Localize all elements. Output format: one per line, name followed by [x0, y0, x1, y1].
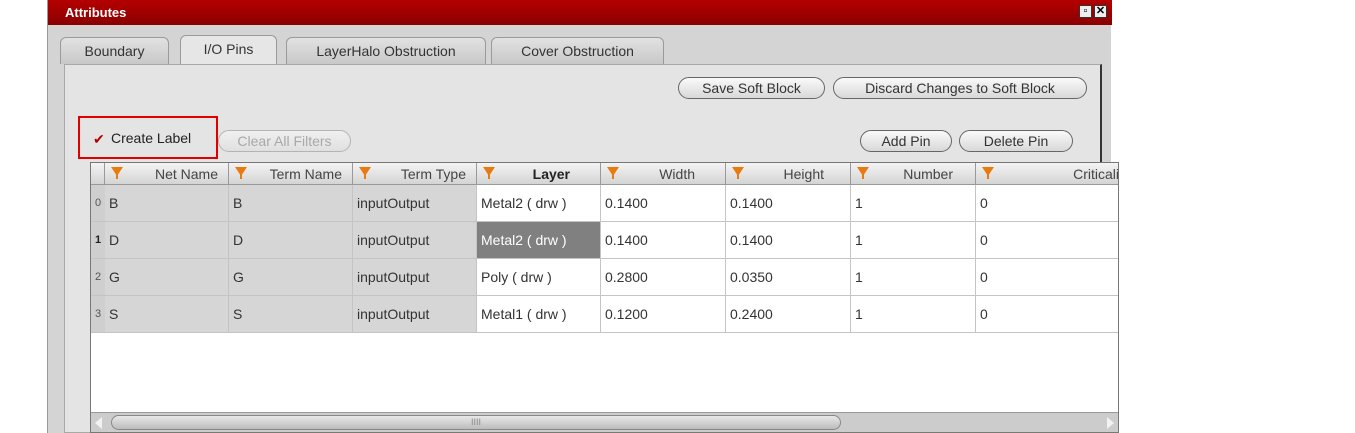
number-cell[interactable]: 1 — [851, 259, 976, 296]
layer-cell[interactable]: Metal1 ( drw ) — [477, 296, 601, 333]
create-label-highlight: ✔ Create Label — [78, 116, 218, 159]
height-cell[interactable]: 0.1400 — [726, 185, 851, 222]
column-header-height[interactable]: Height — [726, 163, 851, 185]
term-name-cell[interactable]: G — [229, 259, 353, 296]
net-name-cell[interactable]: D — [105, 222, 229, 259]
filter-icon[interactable] — [982, 167, 994, 179]
number-cell[interactable]: 1 — [851, 185, 976, 222]
width-cell[interactable]: 0.1400 — [601, 222, 726, 259]
attributes-window: Attributes ▫ ✕ Boundary I/O Pins LayerHa… — [47, 0, 1119, 433]
horizontal-scrollbar[interactable]: IIII — [91, 412, 1118, 432]
tab-boundary[interactable]: Boundary — [60, 37, 169, 64]
table-row[interactable]: 3 S S inputOutput Metal1 ( drw ) 0.1200 … — [91, 296, 1118, 333]
column-header-term-name[interactable]: Term Name — [229, 163, 353, 185]
add-pin-button[interactable]: Add Pin — [860, 130, 952, 152]
tab-cover-obstruction[interactable]: Cover Obstruction — [491, 37, 664, 64]
table-row[interactable]: 2 G G inputOutput Poly ( drw ) 0.2800 0.… — [91, 259, 1118, 296]
number-cell[interactable]: 1 — [851, 222, 976, 259]
term-type-cell[interactable]: inputOutput — [353, 185, 477, 222]
row-index-header — [91, 163, 105, 185]
term-name-cell[interactable]: S — [229, 296, 353, 333]
term-type-cell[interactable]: inputOutput — [353, 259, 477, 296]
column-header-width[interactable]: Width — [601, 163, 726, 185]
height-cell[interactable]: 0.0350 — [726, 259, 851, 296]
criticality-cell[interactable]: 0 — [976, 259, 1118, 296]
column-header-layer[interactable]: Layer — [477, 163, 601, 185]
filter-icon[interactable] — [235, 167, 247, 179]
column-header-term-type[interactable]: Term Type — [353, 163, 477, 185]
width-cell[interactable]: 0.2800 — [601, 259, 726, 296]
filter-icon[interactable] — [111, 167, 123, 179]
term-name-cell[interactable]: B — [229, 185, 353, 222]
delete-pin-button[interactable]: Delete Pin — [959, 130, 1073, 152]
width-cell[interactable]: 0.1200 — [601, 296, 726, 333]
term-type-cell[interactable]: inputOutput — [353, 296, 477, 333]
filter-icon[interactable] — [732, 167, 744, 179]
term-name-cell[interactable]: D — [229, 222, 353, 259]
width-cell[interactable]: 0.1400 — [601, 185, 726, 222]
criticality-cell[interactable]: 0 — [976, 296, 1118, 333]
clear-all-filters-button[interactable]: Clear All Filters — [218, 130, 351, 152]
io-pins-table: Net Name Term Name Term Type Layer Width… — [90, 162, 1119, 433]
net-name-cell[interactable]: B — [105, 185, 229, 222]
net-name-cell[interactable]: G — [105, 259, 229, 296]
height-cell[interactable]: 0.1400 — [726, 222, 851, 259]
term-type-cell[interactable]: inputOutput — [353, 222, 477, 259]
scroll-left-icon[interactable] — [95, 417, 102, 429]
criticality-cell[interactable]: 0 — [976, 185, 1118, 222]
layer-cell-selected[interactable]: Metal2 ( drw ) — [477, 222, 601, 259]
discard-changes-button[interactable]: Discard Changes to Soft Block — [833, 77, 1087, 99]
create-label-text: Create Label — [111, 130, 192, 146]
scroll-right-icon[interactable] — [1107, 417, 1114, 429]
window-title: Attributes — [65, 5, 127, 20]
title-bar: Attributes ▫ ✕ — [48, 0, 1112, 25]
net-name-cell[interactable]: S — [105, 296, 229, 333]
table-row[interactable]: 0 B B inputOutput Metal2 ( drw ) 0.1400 … — [91, 185, 1118, 222]
column-header-criticality[interactable]: Criticali — [976, 163, 1118, 185]
number-cell[interactable]: 1 — [851, 296, 976, 333]
tab-io-pins[interactable]: I/O Pins — [180, 35, 277, 65]
restore-icon[interactable]: ▫ — [1079, 5, 1092, 18]
criticality-cell[interactable]: 0 — [976, 222, 1118, 259]
filter-icon[interactable] — [857, 167, 869, 179]
filter-icon[interactable] — [359, 167, 371, 179]
column-header-number[interactable]: Number — [851, 163, 976, 185]
filter-icon[interactable] — [607, 167, 619, 179]
row-index: 2 — [91, 259, 105, 296]
create-label-checkbox[interactable]: ✔ — [93, 131, 105, 148]
row-index: 0 — [91, 185, 105, 222]
row-index: 3 — [91, 296, 105, 333]
tab-layerhalo-obstruction[interactable]: LayerHalo Obstruction — [286, 37, 486, 64]
column-header-net-name[interactable]: Net Name — [105, 163, 229, 185]
filter-icon[interactable] — [483, 167, 495, 179]
table-row[interactable]: 1 D D inputOutput Metal2 ( drw ) 0.1400 … — [91, 222, 1118, 259]
height-cell[interactable]: 0.2400 — [726, 296, 851, 333]
row-index: 1 — [91, 222, 105, 259]
close-icon[interactable]: ✕ — [1094, 5, 1107, 18]
layer-cell[interactable]: Metal2 ( drw ) — [477, 185, 601, 222]
save-soft-block-button[interactable]: Save Soft Block — [678, 77, 825, 99]
scrollbar-thumb[interactable]: IIII — [111, 415, 841, 430]
layer-cell[interactable]: Poly ( drw ) — [477, 259, 601, 296]
